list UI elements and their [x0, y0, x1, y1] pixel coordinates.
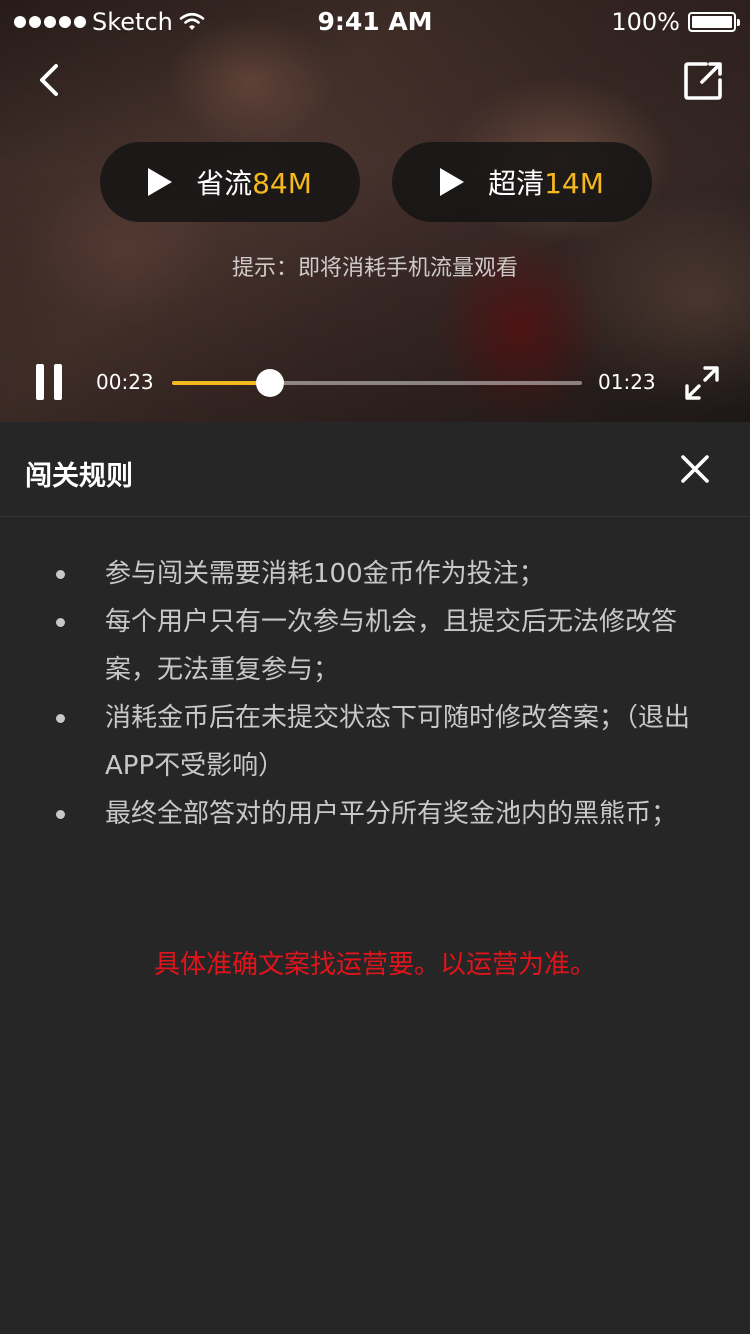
rules-panel-header: 闯关规则	[0, 422, 750, 517]
player-controls: 00:23 01:23	[0, 350, 750, 414]
rule-text: 最终全部答对的用户平分所有奖金池内的黑熊币；	[105, 799, 678, 829]
quality-button-hd[interactable]: 超清14M	[392, 142, 652, 222]
bullet-icon	[56, 618, 65, 627]
battery-icon	[688, 12, 740, 32]
rules-title: 闯关规则	[25, 461, 133, 492]
status-right: 100%	[611, 8, 740, 36]
rule-item: 参与闯关需要消耗100金币作为投注；	[0, 550, 750, 598]
close-icon[interactable]	[680, 454, 710, 484]
progress-bar[interactable]	[172, 369, 582, 397]
pause-icon[interactable]	[36, 364, 62, 400]
rule-item: 最终全部答对的用户平分所有奖金池内的黑熊币；	[0, 790, 750, 838]
quality-label: 超清14M	[488, 162, 604, 202]
quality-label: 省流84M	[196, 162, 312, 202]
battery-percent: 100%	[611, 8, 680, 36]
bullet-icon	[56, 714, 65, 723]
rule-text: 参与闯关需要消耗100金币作为投注；	[105, 559, 545, 589]
quality-size: 84M	[252, 167, 312, 200]
data-usage-hint: 提示：即将消耗手机流量观看	[231, 256, 518, 281]
quality-name: 省流	[196, 167, 253, 200]
play-icon	[148, 168, 173, 196]
duration: 01:23	[598, 370, 656, 394]
quality-button-data-saver[interactable]: 省流84M	[100, 142, 360, 222]
play-icon	[440, 168, 465, 196]
progress-knob[interactable]	[256, 369, 285, 397]
copy-note: 具体准确文案找运营要。以运营为准。	[153, 950, 596, 980]
quality-size: 14M	[544, 167, 604, 200]
share-icon[interactable]	[682, 58, 726, 102]
current-time: 00:23	[96, 370, 154, 394]
rule-item: 消耗金币后在未提交状态下可随时修改答案；（退出APP不受影响）	[0, 694, 750, 790]
rule-text: 消耗金币后在未提交状态下可随时修改答案；（退出APP不受影响）	[105, 703, 691, 781]
rules-list: 参与闯关需要消耗100金币作为投注； 每个用户只有一次参与机会，且提交后无法修改答…	[0, 550, 750, 838]
fullscreen-icon[interactable]	[683, 364, 721, 402]
rules-panel: 闯关规则 参与闯关需要消耗100金币作为投注； 每个用户只有一次参与机会，且提交后…	[0, 422, 750, 1334]
rule-text: 每个用户只有一次参与机会，且提交后无法修改答案，无法重复参与；	[105, 607, 678, 685]
quality-name: 超清	[488, 167, 545, 200]
bullet-icon	[56, 570, 65, 579]
rule-item: 每个用户只有一次参与机会，且提交后无法修改答案，无法重复参与；	[0, 598, 750, 694]
video-player[interactable]: Sketch 9:41 AM 100% 省流84M 超清14M 提示：即将消耗手…	[0, 0, 750, 422]
back-icon[interactable]	[28, 58, 72, 102]
bullet-icon	[56, 810, 65, 819]
status-bar: Sketch 9:41 AM 100%	[0, 0, 750, 40]
